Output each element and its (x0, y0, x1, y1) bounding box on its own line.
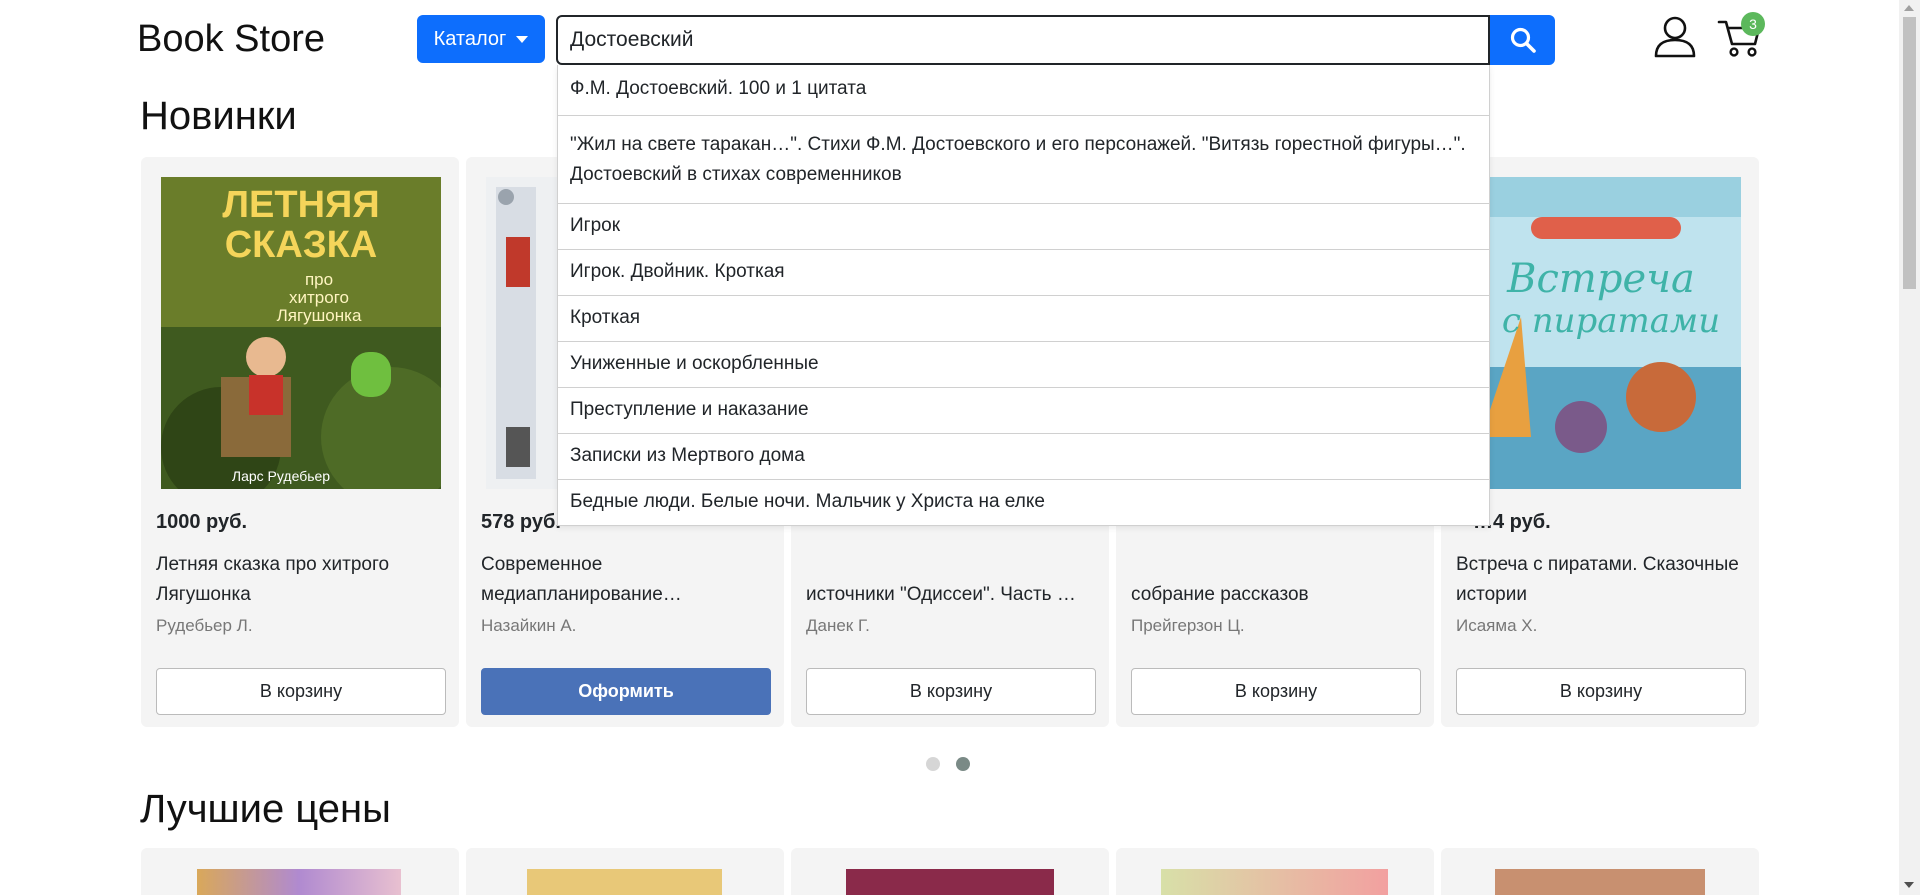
product-title[interactable]: Современное медиапланирование… (481, 550, 771, 610)
add-to-cart-button[interactable]: В корзину (1456, 668, 1746, 715)
suggestion-item[interactable]: Бедные люди. Белые ночи. Мальчик у Христ… (558, 480, 1489, 525)
product-card[interactable]: ЛЕТНЯЯ СКАЗКА про хитрого Лягушонка Ларс… (141, 157, 459, 727)
svg-text:хитрого: хитрого (289, 288, 349, 307)
product-price: 578 руб. (481, 511, 561, 533)
suggestion-item[interactable]: Униженные и оскорбленные (558, 342, 1489, 388)
carousel-dot-1[interactable] (926, 757, 940, 771)
add-to-cart-button[interactable]: В корзину (806, 668, 1096, 715)
product-title[interactable]: источники "Одиссеи". Часть … (806, 580, 1096, 610)
suggestion-item[interactable]: Ф.М. Достоевский. 100 и 1 цитата (558, 65, 1489, 116)
suggestion-item[interactable]: Кроткая (558, 296, 1489, 342)
cover-text: ЛЕТНЯЯ (222, 184, 379, 226)
product-author: Данек Г. (806, 616, 870, 635)
add-to-cart-button[interactable]: В корзину (1131, 668, 1421, 715)
product-title[interactable]: собрание рассказов (1131, 580, 1421, 610)
search-suggestions-dropdown: Ф.М. Достоевский. 100 и 1 цитата "Жил на… (557, 65, 1490, 526)
scroll-down-icon[interactable] (1904, 882, 1914, 888)
product-author: Назайкин А. (481, 616, 577, 635)
product-author: Рудебьер Л. (156, 616, 253, 635)
product-card[interactable] (791, 848, 1109, 895)
suggestion-item[interactable]: Игрок. Двойник. Кроткая (558, 250, 1489, 296)
cart-count-badge: 3 (1741, 12, 1765, 36)
caret-down-icon (516, 35, 529, 43)
product-card[interactable] (1441, 848, 1759, 895)
svg-text:СКАЗКА: СКАЗКА (225, 224, 378, 266)
scrollbar-thumb[interactable] (1903, 17, 1916, 289)
section-title-new: Новинки (140, 94, 297, 138)
product-author: Исаяма Х. (1456, 616, 1538, 635)
svg-text:с пиратами: с пиратами (1502, 301, 1720, 341)
user-icon[interactable] (1653, 16, 1697, 58)
product-author: Прейгерзон Ц. (1131, 616, 1245, 635)
product-card[interactable] (1116, 848, 1434, 895)
catalog-dropdown-button[interactable]: Каталог (417, 15, 545, 63)
carousel-dot-2[interactable] (956, 757, 970, 771)
add-to-cart-button[interactable]: В корзину (156, 668, 446, 715)
product-title[interactable]: Летняя сказка про хитрого Лягушонка (156, 550, 446, 610)
cover-text: Встреча (1506, 256, 1695, 302)
site-logo[interactable]: Book Store (137, 18, 325, 61)
svg-text:Лягушонка: Лягушонка (277, 306, 362, 325)
suggestion-item[interactable]: Игрок (558, 204, 1489, 250)
checkout-button[interactable]: Оформить (481, 668, 771, 715)
book-cover-image[interactable]: ЛЕТНЯЯ СКАЗКА про хитрого Лягушонка Ларс… (161, 177, 441, 489)
scroll-up-icon[interactable] (1904, 5, 1914, 11)
product-price: 1000 руб. (156, 511, 248, 533)
book-cover-image[interactable] (527, 869, 722, 895)
svg-text:Ларс Рудебьер: Ларс Рудебьер (232, 468, 330, 484)
best-prices-carousel (141, 848, 1761, 895)
book-cover-image[interactable] (1495, 869, 1705, 895)
search-button[interactable] (1490, 15, 1555, 65)
carousel-indicators (926, 757, 970, 771)
search-icon (1510, 27, 1536, 53)
product-card[interactable] (466, 848, 784, 895)
book-cover-image[interactable] (846, 869, 1054, 895)
section-title-best-prices: Лучшие цены (140, 787, 391, 831)
search-input[interactable] (556, 15, 1490, 65)
suggestion-item[interactable]: Записки из Мертвого дома (558, 434, 1489, 480)
page-scrollbar[interactable] (1899, 0, 1920, 895)
suggestion-item[interactable]: "Жил на свете таракан…". Стихи Ф.М. Дост… (558, 116, 1489, 204)
suggestion-item[interactable]: Преступление и наказание (558, 388, 1489, 434)
catalog-label: Каталог (433, 27, 507, 50)
svg-text:про: про (305, 270, 333, 289)
product-card[interactable] (141, 848, 459, 895)
book-cover-image[interactable]: Встреча с пиратами (1461, 177, 1741, 489)
product-title[interactable]: Встреча с пиратами. Сказочные истории (1456, 550, 1746, 610)
book-cover-image[interactable] (197, 869, 401, 895)
book-cover-image[interactable] (1161, 869, 1388, 895)
